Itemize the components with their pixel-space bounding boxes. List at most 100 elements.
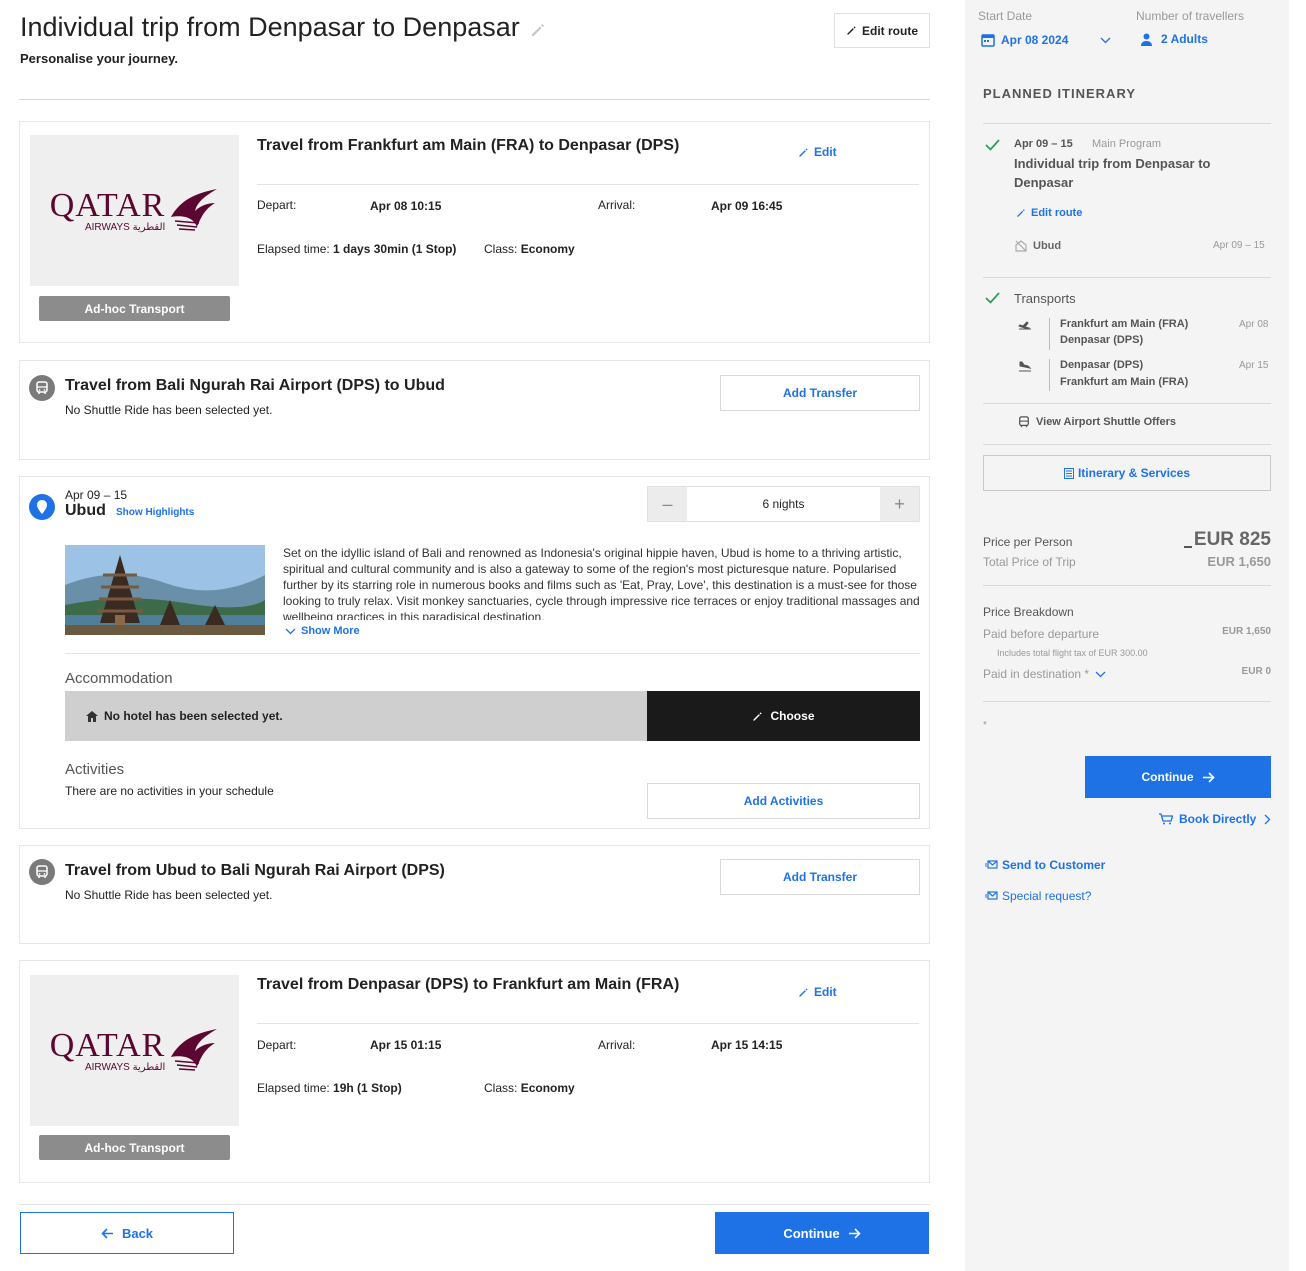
- pencil-icon: [753, 711, 763, 721]
- elapsed-time: Elapsed time: 19h (1 Stop): [257, 1081, 402, 1095]
- footnote-asterisk: *: [983, 720, 987, 731]
- continue-button[interactable]: Continue: [715, 1212, 929, 1254]
- price-dash: [1184, 546, 1192, 548]
- show-highlights-link[interactable]: Show Highlights: [116, 507, 194, 518]
- check-icon: [985, 292, 1000, 304]
- transfer-card-inbound: Travel from Bali Ngurah Rai Airport (DPS…: [19, 360, 930, 460]
- divider: [983, 701, 1271, 702]
- special-request-link[interactable]: Special request?: [985, 889, 1091, 903]
- no-hotel-bar: No hotel has been selected yet.: [65, 691, 647, 741]
- divider: [983, 444, 1271, 445]
- sidebar: Start Date Apr 08 2024 Number of travell…: [965, 0, 1289, 1271]
- stop-name: Ubud: [1033, 240, 1062, 252]
- transport-date: Apr 15: [1239, 360, 1269, 371]
- program-type: Main Program: [1092, 138, 1162, 150]
- add-transfer-button[interactable]: Add Transfer: [720, 859, 920, 895]
- price-breakdown-label: Price Breakdown: [983, 605, 1074, 619]
- divider: [257, 1023, 919, 1024]
- nights-stepper: – 6 nights +: [647, 486, 920, 522]
- destination-image: [65, 545, 265, 635]
- price-per-person-value: EUR 825: [1193, 529, 1271, 550]
- flight-title: Travel from Denpasar (DPS) to Frankfurt …: [257, 976, 680, 993]
- total-price-label: Total Price of Trip: [983, 555, 1076, 569]
- choose-hotel-button[interactable]: Choose: [647, 691, 920, 741]
- travellers-label: Number of travellers: [1136, 9, 1245, 23]
- divider: [983, 277, 1271, 278]
- check-icon: [985, 139, 1000, 151]
- increment-button[interactable]: +: [880, 487, 919, 521]
- start-date-label: Start Date: [978, 9, 1033, 23]
- stop-dates: Apr 09 – 15: [1213, 240, 1265, 251]
- divider: [65, 653, 920, 654]
- arrow-right-icon: [848, 1227, 861, 1239]
- travel-class: Class: Economy: [484, 1081, 575, 1095]
- paid-before-value: EUR 1,650: [1222, 626, 1271, 637]
- cart-icon: [1159, 813, 1173, 825]
- depart-label: Depart:: [257, 198, 297, 212]
- qatar-airways-logo: QATAR AIRWAYS القطرية: [30, 975, 239, 1126]
- tax-note: Includes total flight tax of EUR 300.00: [997, 648, 1148, 658]
- sidebar-edit-route-link[interactable]: Edit route: [1016, 207, 1082, 219]
- person-icon: [1141, 33, 1152, 46]
- send-to-customer-link[interactable]: Send to Customer: [985, 858, 1105, 872]
- divider: [983, 403, 1271, 404]
- transfer-card-outbound: Travel from Ubud to Bali Ngurah Rai Airp…: [19, 845, 930, 944]
- home-icon: [86, 710, 98, 722]
- adhoc-transport-badge: Ad-hoc Transport: [39, 296, 230, 321]
- add-transfer-button[interactable]: Add Transfer: [720, 375, 920, 411]
- itinerary-services-button[interactable]: Itinerary & Services: [983, 455, 1271, 491]
- destination-dates: Apr 09 – 15: [65, 488, 128, 502]
- book-directly-link[interactable]: Book Directly: [1159, 812, 1271, 826]
- add-activities-button[interactable]: Add Activities: [647, 783, 920, 819]
- arrival-label: Arrival:: [598, 1038, 636, 1052]
- send-mail-icon: [985, 891, 998, 900]
- transport-date: Apr 08: [1239, 319, 1269, 330]
- transport-to: Frankfurt am Main (FRA): [1060, 376, 1189, 388]
- flight-card-outbound: QATAR AIRWAYS القطرية Ad-hoc Transport T…: [19, 121, 930, 343]
- paid-destination-value: EUR 0: [1241, 666, 1271, 677]
- transport-line: [1049, 359, 1050, 391]
- accommodation-heading: Accommodation: [65, 670, 173, 687]
- bus-icon: [29, 859, 55, 885]
- plane-departure-icon: [1018, 321, 1031, 330]
- bus-icon: [29, 375, 55, 401]
- chevron-down-icon: [1100, 37, 1111, 43]
- arrow-left-icon: [101, 1227, 113, 1239]
- transport-to: Denpasar (DPS): [1060, 334, 1144, 346]
- flight-title: Travel from Frankfurt am Main (FRA) to D…: [257, 137, 680, 154]
- destination-name: Ubud: [65, 502, 106, 519]
- edit-route-button[interactable]: Edit route: [834, 13, 930, 48]
- airport-shuttle-offers-link[interactable]: View Airport Shuttle Offers: [1018, 416, 1176, 428]
- depart-label: Depart:: [257, 1038, 297, 1052]
- elapsed-time: Elapsed time: 1 days 30min (1 Stop): [257, 242, 457, 256]
- paid-before-label: Paid before departure: [983, 627, 1100, 641]
- paid-destination-toggle[interactable]: Paid in destination *: [983, 667, 1106, 681]
- show-more-link[interactable]: Show More: [285, 625, 360, 637]
- divider: [257, 184, 919, 185]
- travel-class: Class: Economy: [484, 242, 575, 256]
- adhoc-transport-badge: Ad-hoc Transport: [39, 1135, 230, 1160]
- back-button[interactable]: Back: [20, 1212, 234, 1254]
- transfer-title: Travel from Ubud to Bali Ngurah Rai Airp…: [65, 862, 445, 879]
- nights-value: 6 nights: [762, 497, 805, 511]
- transfer-status: No Shuttle Ride has been selected yet.: [65, 888, 273, 902]
- arrival-label: Arrival:: [598, 198, 636, 212]
- edit-flight-link[interactable]: Edit: [798, 145, 837, 159]
- page-subtitle: Personalise your journey.: [20, 51, 178, 66]
- page-title: Individual trip from Denpasar to Denpasa…: [20, 12, 520, 42]
- pencil-icon[interactable]: [530, 22, 546, 41]
- start-date-select[interactable]: Apr 08 2024: [981, 33, 1111, 47]
- transport-from: Denpasar (DPS): [1060, 359, 1144, 371]
- edit-flight-link[interactable]: Edit: [798, 985, 837, 999]
- arrival-time: Apr 15 14:15: [711, 1038, 783, 1052]
- pencil-icon: [799, 987, 808, 997]
- decrement-button[interactable]: –: [648, 487, 687, 521]
- arrival-time: Apr 09 16:45: [711, 199, 783, 213]
- bus-icon: [1019, 416, 1029, 428]
- travellers-select[interactable]: 2 Adults: [1141, 32, 1208, 46]
- sidebar-continue-button[interactable]: Continue: [1085, 756, 1271, 798]
- price-per-person-label: Price per Person: [983, 535, 1073, 549]
- pencil-icon: [799, 147, 808, 157]
- total-price-value: EUR 1,650: [1207, 554, 1271, 569]
- depart-time: Apr 08 10:15: [370, 199, 442, 213]
